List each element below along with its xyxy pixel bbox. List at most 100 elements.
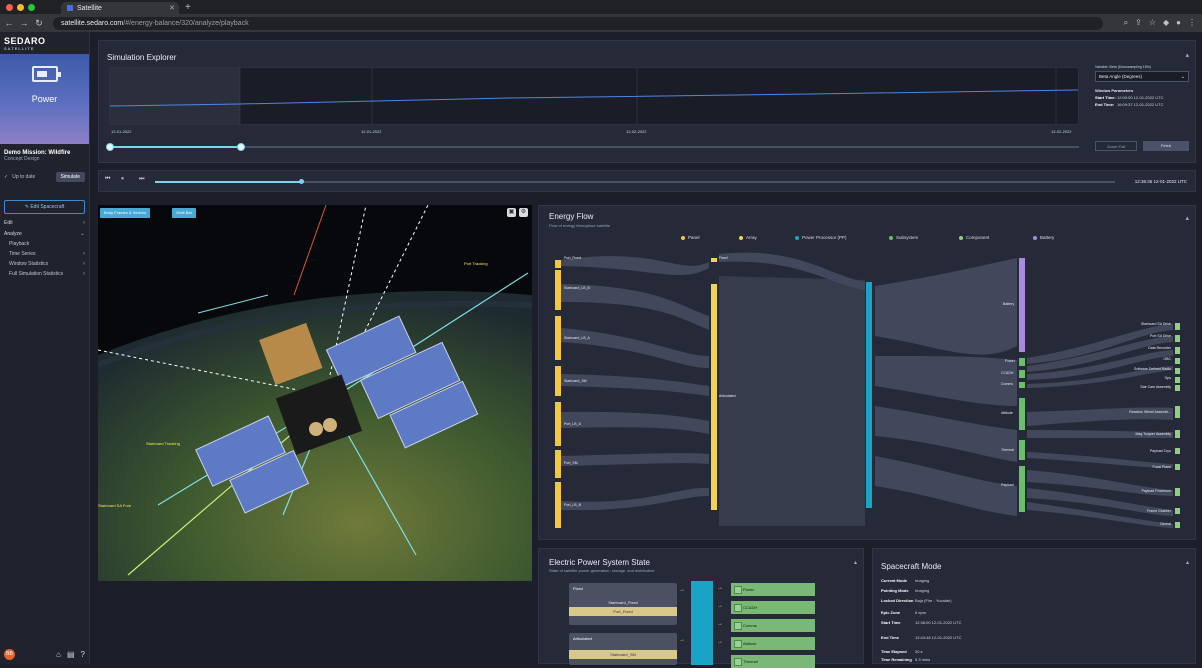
edit-spacecraft-button[interactable]: ✎ Edit Spacecraft	[4, 200, 85, 214]
panel-node-label: Starboard_SM	[564, 379, 587, 383]
articulated-array-card: Articulated Starboard_SM	[569, 633, 677, 665]
sidebar-item-playback[interactable]: Playback	[0, 239, 89, 249]
orbit-line	[293, 205, 327, 296]
sidebar-item-label: Playback	[9, 241, 30, 247]
power-processor-bar	[691, 581, 713, 665]
starboard-sa-fore-label: Starboard SA Fore	[98, 503, 132, 508]
bookmark-star-icon[interactable]: ☆	[1149, 18, 1156, 28]
collapse-icon[interactable]: ▴	[1186, 559, 1189, 566]
range-start-handle[interactable]	[106, 143, 114, 151]
settings-icon[interactable]: ⚙	[519, 208, 528, 217]
node-array-articulated	[711, 284, 717, 510]
new-tab-icon[interactable]: +	[185, 2, 191, 13]
node-component	[1175, 508, 1180, 514]
sankey-panel-nodes	[555, 260, 561, 528]
forward-icon[interactable]: →	[18, 18, 30, 28]
mode-row: Pointing Mode Imaging	[881, 588, 930, 593]
close-window-icon[interactable]	[6, 3, 13, 11]
favicon-icon	[67, 5, 73, 11]
address-bar[interactable]: satellite.sedaro.com /#/energy-balance/3…	[53, 16, 1103, 30]
home-icon[interactable]: ⌂	[56, 650, 61, 659]
zoom-icon[interactable]: ⌕	[1124, 18, 1128, 28]
playback-time: 12:36:36 12-01-2022 UTC	[1134, 179, 1187, 184]
collapse-icon[interactable]: ▴	[1185, 51, 1189, 59]
sidebar-item-time-series[interactable]: Time Series ›	[0, 249, 89, 259]
sidebar-item-analyze[interactable]: Analyze ⌄	[0, 228, 89, 239]
component-label: Data Recorder	[1148, 346, 1171, 350]
subsystem-box: Comms	[731, 619, 815, 632]
component-label: Focal Plane	[1152, 465, 1171, 469]
end-time-value: 16:09:37 12-01-2022 UTC	[1117, 102, 1164, 107]
logo-subtext: SATELLITE	[4, 46, 35, 51]
timeline-chart[interactable]	[109, 67, 1079, 125]
sidebar-item-window-statistics[interactable]: Window Statistics ›	[0, 259, 89, 269]
book-icon[interactable]: ▤	[67, 650, 75, 659]
articulated-array-header: Articulated	[573, 636, 592, 641]
node-component	[1175, 323, 1180, 330]
browser-toolbar: ← → ↻ satellite.sedaro.com /#/energy-bal…	[0, 14, 1202, 32]
subsystem-node-label: Attitude	[1001, 411, 1013, 415]
component-label: Starboard SA Drive	[1141, 322, 1171, 326]
avatar[interactable]: BB	[4, 649, 15, 660]
snapshot-icon[interactable]: ▣	[507, 208, 516, 217]
component-label: Star Cam Assembly	[1140, 385, 1171, 389]
array-node-label: Articulated	[719, 394, 736, 398]
window-range-track[interactable]	[109, 146, 1079, 148]
maximize-window-icon[interactable]	[28, 3, 35, 11]
sync-status: Up to date	[12, 174, 36, 180]
fetch-button[interactable]: Fetch	[1143, 141, 1189, 151]
node-starboard-lb-a	[555, 316, 561, 360]
energy-flow-panel: Energy Flow Flow of energy throughout sa…	[538, 205, 1196, 540]
simulate-button[interactable]: Simulate	[55, 172, 85, 182]
share-icon[interactable]: ⇪	[1135, 18, 1142, 28]
start-time-row: Start Time: 12:00:00 12-01-2022 UTC	[1095, 95, 1189, 100]
skip-back-icon[interactable]: ⏮	[105, 176, 110, 183]
node-ccdh	[1019, 370, 1025, 378]
timeline-tick: 12-02-2022	[1051, 129, 1072, 134]
node-component	[1175, 488, 1180, 496]
browser-menu-icon[interactable]: ⋮	[1188, 18, 1196, 28]
panel-row: Port_Fixed	[569, 607, 677, 616]
sankey-diagram	[555, 252, 1180, 528]
checkmark-icon: ✓	[4, 174, 9, 180]
node-component	[1175, 335, 1180, 342]
minimize-window-icon[interactable]	[17, 3, 24, 11]
chevron-right-icon: ›	[83, 251, 85, 257]
sidebar-item-full-simulation-statistics[interactable]: Full Simulation Statistics ›	[0, 269, 89, 279]
playback-handle[interactable]	[299, 179, 304, 184]
back-icon[interactable]: ←	[3, 18, 15, 28]
sidebar-footer: BB ⌂ ▤ ?	[4, 649, 85, 660]
body-frames-vectors-button[interactable]: Body Frames & Vectors	[100, 208, 151, 218]
arrow-right-icon: →	[717, 603, 723, 609]
profile-icon[interactable]: ●	[1176, 18, 1181, 28]
variable-select[interactable]: Beta Angle (Degrees) ⌄	[1095, 71, 1189, 82]
array-node-label: Fixed	[719, 256, 728, 260]
skip-forward-icon[interactable]: ⏭	[139, 176, 144, 183]
help-icon[interactable]: ?	[81, 650, 85, 659]
chevron-right-icon: ›	[83, 220, 85, 226]
subsystem-node-label: Battery	[1003, 302, 1015, 306]
sidebar-item-edit[interactable]: Edit ›	[0, 218, 89, 228]
tab-close-icon[interactable]: ✕	[169, 4, 175, 12]
zoom-full-button[interactable]: Zoom Full	[1095, 141, 1137, 151]
reload-icon[interactable]: ↻	[33, 18, 45, 29]
sankey-component-nodes	[1175, 323, 1180, 528]
orbit-bar-button[interactable]: Orbit Bar	[172, 208, 197, 218]
collapse-icon[interactable]: ▴	[854, 559, 857, 566]
mission-subtitle: Concept Design	[4, 156, 40, 162]
node-port-fixed	[555, 260, 561, 268]
node-component	[1175, 464, 1180, 470]
node-payload	[1019, 466, 1025, 512]
extension-icon[interactable]: ◆	[1163, 18, 1169, 28]
mission-info: Demo Mission: Wildfire Concept Design	[0, 144, 89, 164]
node-component	[1175, 377, 1180, 383]
sidebar-item-label: Edit	[4, 220, 13, 226]
satellite-3d-viewport[interactable]: Body Frames & Vectors Orbit Bar ▣ ⚙ Port…	[98, 205, 532, 581]
browser-tab[interactable]: Satellite ✕	[61, 2, 179, 14]
pause-icon[interactable]: ⏸	[121, 176, 124, 183]
range-end-handle[interactable]	[237, 143, 245, 151]
beta-angle-plot	[110, 68, 1078, 124]
app-logo[interactable]: SEDARO SATELLITE	[0, 32, 89, 54]
port-tracking-label: Port Tracking	[464, 261, 488, 266]
chevron-right-icon: ›	[83, 261, 85, 267]
